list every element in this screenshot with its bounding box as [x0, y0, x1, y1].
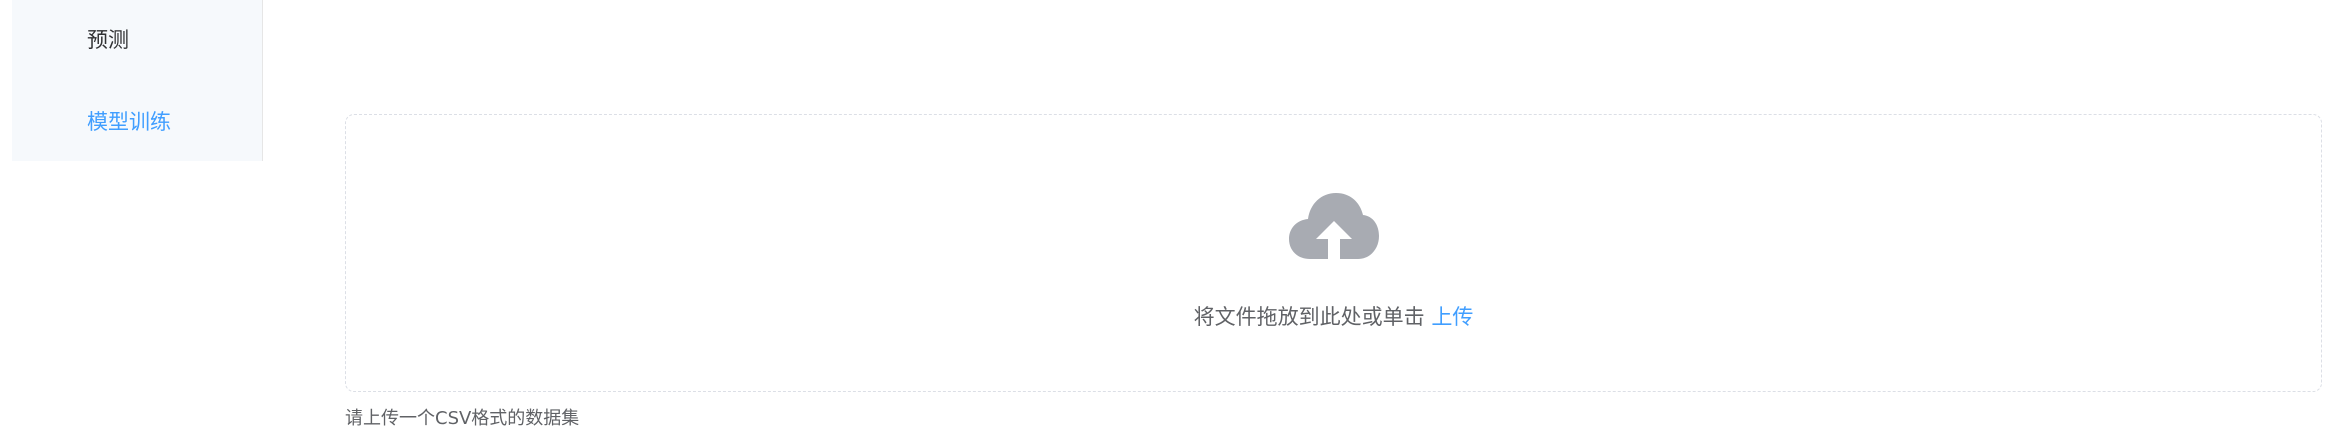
sidebar-item-label: 预测: [87, 27, 129, 52]
upload-drop-text: 将文件拖放到此处或单击: [1193, 305, 1425, 329]
upload-link[interactable]: 上传: [1431, 305, 1473, 329]
app-root: 预测 模型训练 将文件拖放到此处或单击 上传 请上传一个CSV格式的数据集: [0, 0, 2335, 444]
cloud-upload-icon: [1289, 193, 1379, 259]
upload-dropzone[interactable]: 将文件拖放到此处或单击 上传: [345, 114, 2322, 392]
upload-tip: 请上传一个CSV格式的数据集: [345, 408, 580, 429]
upload-instruction: 将文件拖放到此处或单击 上传: [346, 301, 2321, 331]
sidebar-item-model-training[interactable]: 模型训练: [12, 81, 262, 161]
sidebar-item-label: 模型训练: [87, 110, 171, 134]
sidebar-item-predict[interactable]: 预测: [12, 0, 262, 77]
sidebar-menu: 预测 模型训练: [12, 0, 263, 161]
